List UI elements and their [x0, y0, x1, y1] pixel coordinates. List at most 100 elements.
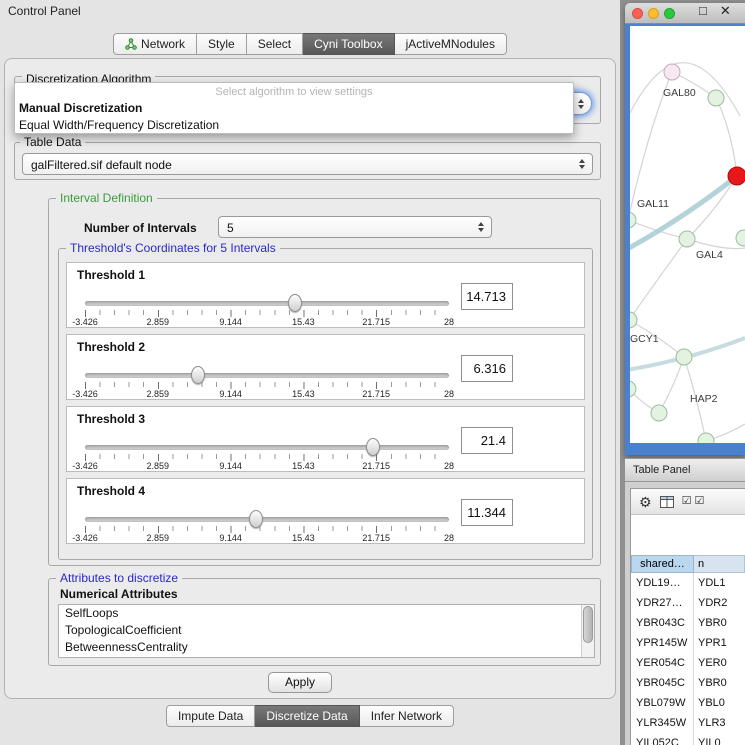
- threshold-label: Threshold 3: [77, 412, 145, 426]
- threshold-slider[interactable]: -3.4262.8599.14415.4321.71528: [85, 291, 449, 327]
- tab-impute-data[interactable]: Impute Data: [166, 705, 255, 727]
- network-icon: [125, 38, 137, 50]
- numerical-attributes-list[interactable]: SelfLoopsTopologicalCoefficientBetweenne…: [58, 604, 595, 658]
- tab-infer-network[interactable]: Infer Network: [360, 705, 454, 727]
- network-node[interactable]: [676, 349, 692, 365]
- node-table-body: YDL19…YDL1YDR27…YDR2YBR043CYBR0YPR145WYP…: [631, 573, 745, 745]
- table-data-value: galFiltered.sif default node: [31, 154, 172, 176]
- threshold-label: Threshold 2: [77, 340, 145, 354]
- network-node[interactable]: [708, 90, 724, 106]
- threshold-panel-2: Threshold 2 -3.4262.8599.14415.4321.7152…: [66, 334, 585, 400]
- panel-window-buttons: □ ✕: [699, 3, 731, 19]
- threshold-label: Threshold 1: [77, 268, 145, 282]
- number-of-intervals-value: 5: [227, 217, 234, 239]
- list-item[interactable]: TopologicalCoefficient: [59, 622, 594, 639]
- list-item[interactable]: BetweennessCentrality: [59, 639, 594, 656]
- column-header-name[interactable]: n: [694, 555, 745, 573]
- table-row[interactable]: YBR045CYBR0: [631, 673, 745, 693]
- list-item[interactable]: SelfLoops: [59, 605, 594, 622]
- tick-label: 21.715: [362, 317, 390, 327]
- tab-jactivemnodules[interactable]: jActiveMNodules: [395, 33, 507, 55]
- table-row[interactable]: YLR345WYLR3: [631, 713, 745, 733]
- network-view-window: GAL80GAL11GAL4GCY1HAP2: [625, 3, 745, 455]
- checkbox-icon[interactable]: ☑: [682, 496, 693, 507]
- table-row[interactable]: YBR043CYBR0: [631, 613, 745, 633]
- panel-title: Control Panel: [8, 4, 81, 18]
- network-node[interactable]: [679, 231, 695, 247]
- tick-label: -3.426: [72, 461, 98, 471]
- checkbox-icon[interactable]: ☑: [694, 496, 705, 507]
- column-header-shared-name[interactable]: shared…: [631, 555, 694, 573]
- slider-tick-labels: -3.4262.8599.14415.4321.71528: [85, 461, 449, 472]
- slider-tick-marks: [85, 310, 449, 317]
- table-header-row: shared… n: [631, 555, 745, 573]
- control-panel: Control Panel Network Style Select Cyni …: [0, 0, 620, 745]
- network-node[interactable]: [630, 212, 636, 228]
- slider-track[interactable]: [85, 301, 449, 306]
- columns-icon[interactable]: [660, 496, 674, 508]
- network-node[interactable]: [728, 167, 745, 185]
- apply-button[interactable]: Apply: [268, 672, 332, 693]
- network-node[interactable]: [698, 433, 714, 443]
- network-node[interactable]: [651, 405, 667, 421]
- threshold-slider[interactable]: -3.4262.8599.14415.4321.71528: [85, 435, 449, 471]
- tab-style[interactable]: Style: [197, 33, 247, 55]
- close-panel-button[interactable]: ✕: [720, 3, 731, 19]
- table-cell: YDL19…: [631, 573, 694, 593]
- table-toolbar: ⚙ ☑ ☑: [631, 489, 745, 515]
- tab-select[interactable]: Select: [247, 33, 303, 55]
- network-node[interactable]: [736, 230, 745, 246]
- threshold-value-field[interactable]: 6.316: [461, 355, 513, 382]
- interval-definition-title: Interval Definition: [56, 191, 157, 205]
- close-window-button[interactable]: [632, 8, 643, 19]
- stepper-icon: [474, 220, 487, 234]
- traffic-lights: [632, 8, 675, 19]
- gear-icon[interactable]: ⚙: [639, 495, 652, 509]
- network-node[interactable]: [630, 312, 637, 328]
- table-row[interactable]: YIL052CYIL0: [631, 733, 745, 745]
- dropdown-option-equal-width-frequency[interactable]: Equal Width/Frequency Discretization: [15, 117, 573, 134]
- numerical-attributes-label: Numerical Attributes: [60, 587, 178, 601]
- network-node[interactable]: [664, 64, 680, 80]
- table-row[interactable]: YBL079WYBL0: [631, 693, 745, 713]
- network-edges: [630, 63, 745, 441]
- dropdown-option-manual-discretization[interactable]: Manual Discretization: [15, 100, 573, 117]
- threshold-value-field[interactable]: 11.344: [461, 499, 513, 526]
- table-cell: YER0: [694, 653, 745, 673]
- tick-label: -3.426: [72, 317, 98, 327]
- tick-label: 9.144: [219, 389, 242, 399]
- list-scrollbar[interactable]: [581, 605, 594, 657]
- tab-label: Select: [258, 37, 291, 51]
- threshold-slider[interactable]: -3.4262.8599.14415.4321.71528: [85, 363, 449, 399]
- tab-label: jActiveMNodules: [406, 37, 495, 51]
- minimize-window-button[interactable]: [648, 8, 659, 19]
- tab-label: Network: [141, 37, 185, 51]
- float-panel-button[interactable]: □: [699, 3, 707, 19]
- tab-cyni-toolbox[interactable]: Cyni Toolbox: [303, 33, 394, 55]
- table-row[interactable]: YDR27…YDR2: [631, 593, 745, 613]
- slider-track[interactable]: [85, 445, 449, 450]
- algorithm-dropdown-popup: Select algorithm to view settings Manual…: [14, 82, 574, 134]
- table-data-combobox[interactable]: galFiltered.sif default node: [22, 153, 593, 175]
- tick-label: 15.43: [292, 317, 315, 327]
- tick-label: 2.859: [147, 317, 170, 327]
- tab-network[interactable]: Network: [113, 33, 197, 55]
- table-row[interactable]: YER054CYER0: [631, 653, 745, 673]
- network-canvas[interactable]: GAL80GAL11GAL4GCY1HAP2: [630, 26, 745, 443]
- table-cell: YBR0: [694, 673, 745, 693]
- tick-label: 28: [444, 461, 454, 471]
- table-cell: YBR045C: [631, 673, 694, 693]
- network-node[interactable]: [630, 381, 636, 397]
- threshold-slider[interactable]: -3.4262.8599.14415.4321.71528: [85, 507, 449, 543]
- tab-label: Infer Network: [371, 709, 442, 723]
- scrollbar-thumb[interactable]: [583, 606, 593, 643]
- tab-discretize-data[interactable]: Discretize Data: [255, 705, 359, 727]
- zoom-window-button[interactable]: [664, 8, 675, 19]
- slider-track[interactable]: [85, 517, 449, 522]
- threshold-value-field[interactable]: 21.4: [461, 427, 513, 454]
- number-of-intervals-combobox[interactable]: 5: [218, 216, 492, 238]
- threshold-value-field[interactable]: 14.713: [461, 283, 513, 310]
- slider-track[interactable]: [85, 373, 449, 378]
- table-row[interactable]: YPR145WYPR1: [631, 633, 745, 653]
- table-row[interactable]: YDL19…YDL1: [631, 573, 745, 593]
